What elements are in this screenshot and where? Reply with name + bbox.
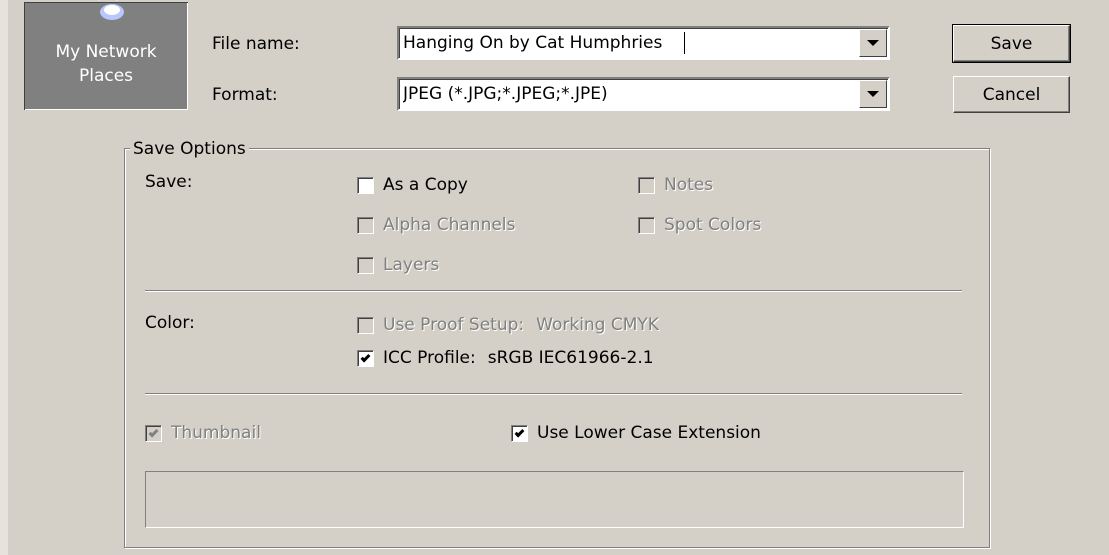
chevron-down-icon [867,91,879,97]
file-name-input[interactable]: Hanging On by Cat Humphries [403,33,856,53]
save-as-dialog: My Network Places File name: Hanging On … [0,0,1109,555]
section-separator [145,290,962,292]
use-lower-case-extension-checkbox[interactable]: Use Lower Case Extension [511,423,761,443]
spot-colors-checkbox: Spot Colors [638,215,761,235]
icc-profile-value: sRGB IEC61966-2.1 [487,348,654,368]
notes-checkbox: Notes [638,175,713,195]
places-bar-my-network-places[interactable]: My Network Places [22,0,190,112]
save-button[interactable]: Save [952,24,1071,63]
layers-checkbox: Layers [357,255,439,275]
checkmark-icon [360,352,371,362]
format-label: Format: [212,85,278,105]
places-label: My Network Places [24,40,188,88]
checkmark-icon [148,427,159,437]
checkbox-box [357,256,374,274]
checkbox-box[interactable] [357,349,374,367]
checkbox-box [357,216,374,234]
notes-label: Notes [664,175,714,195]
checkmark-icon [514,427,525,437]
save-section-label: Save: [145,172,193,192]
thumbnail-checkbox: Thumbnail [145,423,261,443]
save-options-title: Save Options [130,139,249,159]
checkbox-box [357,316,374,334]
checkbox-box[interactable] [511,424,528,442]
use-proof-setup-label: Use Proof Setup: [383,315,525,335]
spot-colors-label: Spot Colors [664,215,762,235]
places-label-line2: Places [78,66,134,86]
chevron-down-icon [867,40,879,46]
use-proof-setup-checkbox: Use Proof Setup: Working CMYK [357,315,659,335]
warning-description-box [145,471,964,528]
text-caret [684,32,685,54]
thumbnail-label: Thumbnail [171,423,261,443]
checkbox-box [145,424,162,442]
icc-profile-label: ICC Profile: [383,348,476,368]
checkbox-box [638,216,655,234]
dialog-left-edge [0,0,8,555]
as-a-copy-label: As a Copy [383,175,468,195]
use-lower-case-extension-label: Use Lower Case Extension [537,423,761,443]
checkbox-box [638,176,655,194]
use-proof-setup-value: Working CMYK [536,315,659,335]
section-separator [145,393,962,395]
network-places-icon [98,0,124,20]
file-name-label: File name: [212,34,300,54]
layers-label: Layers [383,255,440,275]
format-value: JPEG (*.JPG;*.JPEG;*.JPE) [403,84,608,104]
format-select[interactable]: JPEG (*.JPG;*.JPEG;*.JPE) [397,77,890,111]
checkbox-box[interactable] [357,176,374,194]
file-name-dropdown-button[interactable] [859,29,887,57]
alpha-channels-checkbox: Alpha Channels [357,215,515,235]
places-label-line1: My Network [55,42,157,62]
icc-profile-checkbox[interactable]: ICC Profile: sRGB IEC61966-2.1 [357,348,654,368]
alpha-channels-label: Alpha Channels [383,215,516,235]
cancel-button[interactable]: Cancel [953,76,1070,113]
as-a-copy-checkbox[interactable]: As a Copy [357,175,468,195]
file-name-combo[interactable]: Hanging On by Cat Humphries [397,26,890,60]
color-section-label: Color: [145,313,195,333]
format-dropdown-button[interactable] [859,80,887,108]
